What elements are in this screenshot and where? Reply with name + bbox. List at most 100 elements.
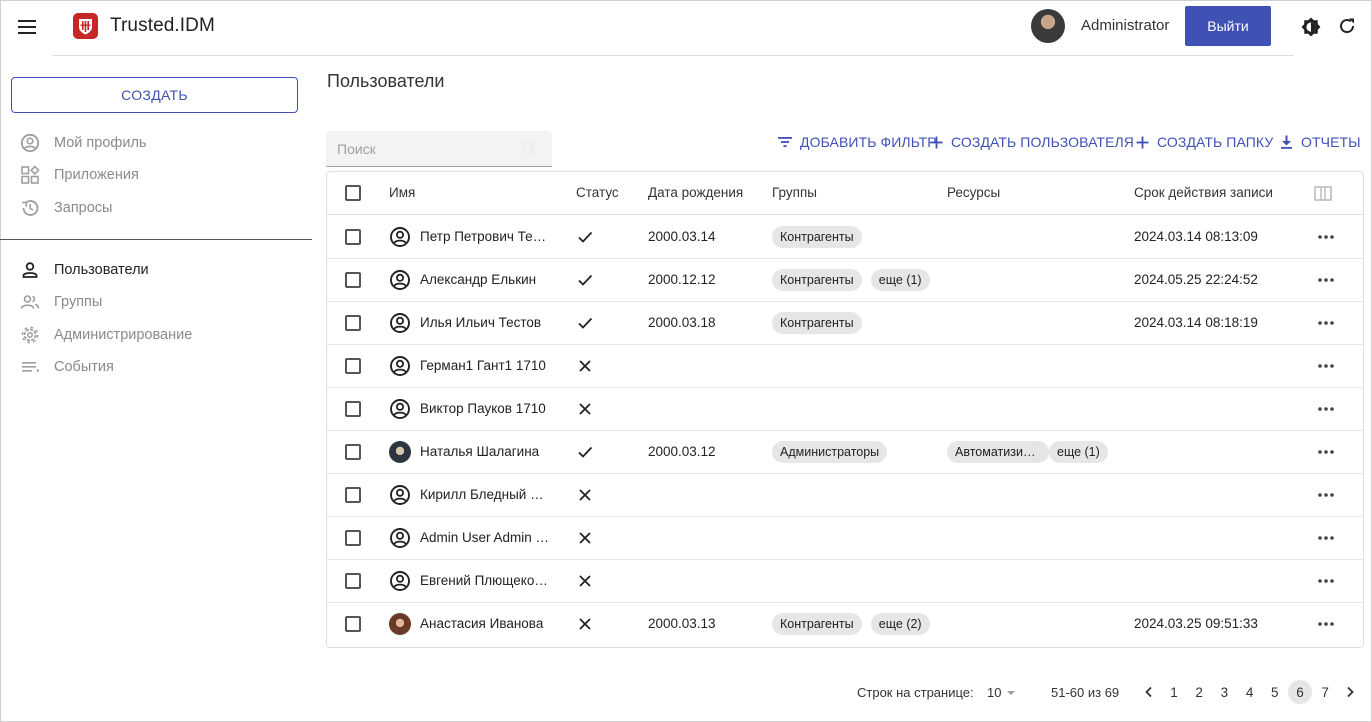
add-filter-button[interactable]: ДОБАВИТЬ ФИЛЬТР [778,133,937,151]
user-name[interactable]: Илья Ильич Тестов [420,315,550,330]
sidebar-item-label: События [54,359,114,375]
search-icon[interactable] [521,140,538,157]
sidebar-item-users[interactable]: Пользователи [20,258,149,282]
page-button[interactable]: 4 [1238,680,1262,704]
table-row[interactable]: Герман1 Гант1 1710 [327,345,1363,388]
sidebar-item-label: Приложения [54,167,139,183]
more-actions-icon[interactable] [1317,492,1335,498]
more-groups-chip[interactable]: еще (1) [870,269,930,291]
logout-button[interactable]: Выйти [1185,6,1271,46]
user-name[interactable]: Герман1 Гант1 1710 [420,358,550,373]
hamburger-menu-icon[interactable] [14,14,40,40]
more-actions-icon[interactable] [1317,320,1335,326]
sidebar-item-label: Группы [54,294,103,310]
more-actions-icon[interactable] [1317,578,1335,584]
row-checkbox[interactable] [345,315,361,331]
sidebar-divider [0,239,312,240]
table-row[interactable]: Евгений Плющеко Евгеньевич [327,560,1363,603]
filter-icon [778,137,792,147]
user-name[interactable]: Admin User Admin User [420,530,550,545]
user-name[interactable]: Александр Елькин [420,272,550,287]
group-chip[interactable]: Контрагенты [772,312,862,334]
reports-label: ОТЧЕТЫ [1301,134,1361,150]
row-checkbox[interactable] [345,401,361,417]
column-header-status[interactable]: Статус [576,185,619,200]
more-actions-icon[interactable] [1317,406,1335,412]
user-avatar-icon [390,356,410,376]
column-header-name[interactable]: Имя [389,185,415,200]
close-icon [579,403,591,415]
row-checkbox[interactable] [345,444,361,460]
page-button[interactable]: 1 [1162,680,1186,704]
create-button[interactable]: СОЗДАТЬ [11,77,298,113]
row-checkbox[interactable] [345,573,361,589]
table-row[interactable]: Admin User Admin User [327,517,1363,560]
admin-user-name: Administrator [1081,17,1170,34]
user-name[interactable]: Виктор Пауков 1710 [420,401,550,416]
more-actions-icon[interactable] [1317,535,1335,541]
row-checkbox[interactable] [345,229,361,245]
column-header-expiry[interactable]: Срок действия записи [1134,185,1273,200]
sidebar-item-groups[interactable]: Группы [20,290,102,314]
resource-chip[interactable]: Автоматизированная [947,441,1049,463]
column-header-groups[interactable]: Группы [772,185,817,200]
group-chip[interactable]: Контрагенты [772,613,862,635]
table-row[interactable]: Наталья Шалагина 2000.03.12 Администраторы… [327,431,1363,474]
create-folder-button[interactable]: СОЗДАТЬ ПАПКУ [1136,133,1273,151]
page-button[interactable]: 2 [1187,680,1211,704]
user-name[interactable]: Петр Петрович Тестов [420,229,550,244]
page-button[interactable]: 5 [1263,680,1287,704]
row-checkbox[interactable] [345,530,361,546]
search-input[interactable] [326,131,516,166]
history-icon [20,198,40,218]
sidebar-item-my-profile[interactable]: Мой профиль [20,131,146,155]
select-all-checkbox[interactable] [345,185,361,201]
user-name[interactable]: Кирилл Бледный Кириллович [420,487,550,502]
page-button[interactable]: 6 [1288,680,1312,704]
admin-avatar[interactable] [1031,9,1065,43]
sidebar-item-administration[interactable]: Администрирование [20,323,192,347]
group-chip[interactable]: Контрагенты [772,226,862,248]
column-header-resources[interactable]: Ресурсы [947,185,1000,200]
theme-toggle-icon[interactable] [1301,17,1321,37]
user-name[interactable]: Наталья Шалагина [420,444,550,459]
row-checkbox[interactable] [345,272,361,288]
more-groups-chip[interactable]: еще (2) [870,613,930,635]
check-icon [578,274,593,286]
group-chip[interactable]: Администраторы [772,441,888,463]
more-resources-chip[interactable]: еще (1) [1049,441,1108,463]
table-row[interactable]: Анастасия Иванова 2000.03.13 Контрагенты ещ… [327,603,1363,646]
reports-button[interactable]: ОТЧЕТЫ [1280,133,1361,151]
birth-date: 2000.03.18 [648,315,716,330]
more-actions-icon[interactable] [1317,277,1335,283]
more-actions-icon[interactable] [1317,234,1335,240]
user-name[interactable]: Евгений Плющеко Евгеньевич [420,573,550,588]
user-name[interactable]: Анастасия Иванова [420,616,550,631]
more-actions-icon[interactable] [1317,621,1335,627]
table-row[interactable]: Виктор Пауков 1710 [327,388,1363,431]
table-row[interactable]: Илья Ильич Тестов 2000.03.18 Контрагенты 20… [327,302,1363,345]
rows-per-page-select[interactable]: 10 [987,685,1001,700]
more-actions-icon[interactable] [1317,363,1335,369]
sidebar-item-applications[interactable]: Приложения [20,163,139,187]
chevron-left-icon[interactable] [1143,686,1155,698]
table-row[interactable]: Кирилл Бледный Кириллович [327,474,1363,517]
sidebar-item-requests[interactable]: Запросы [20,196,112,220]
create-user-button[interactable]: СОЗДАТЬ ПОЛЬЗОВАТЕЛЯ [930,133,1134,151]
group-chip[interactable]: Контрагенты [772,269,862,291]
column-settings-icon[interactable] [1314,186,1332,201]
refresh-icon[interactable] [1338,17,1356,35]
column-header-birth-date[interactable]: Дата рождения [648,185,743,200]
search-box [326,131,552,167]
row-checkbox[interactable] [345,487,361,503]
row-checkbox[interactable] [345,358,361,374]
user-avatar-icon [390,571,410,591]
sidebar-item-events[interactable]: События [20,355,114,379]
row-checkbox[interactable] [345,616,361,632]
table-row[interactable]: Петр Петрович Тестов 2000.03.14 Контрагент… [327,216,1363,259]
more-actions-icon[interactable] [1317,449,1335,455]
caret-down-icon[interactable] [1007,691,1015,695]
chevron-right-icon[interactable] [1344,686,1356,698]
page-button[interactable]: 7 [1313,680,1337,704]
table-row[interactable]: Александр Елькин 2000.12.12 Контрагенты еще… [327,259,1363,302]
